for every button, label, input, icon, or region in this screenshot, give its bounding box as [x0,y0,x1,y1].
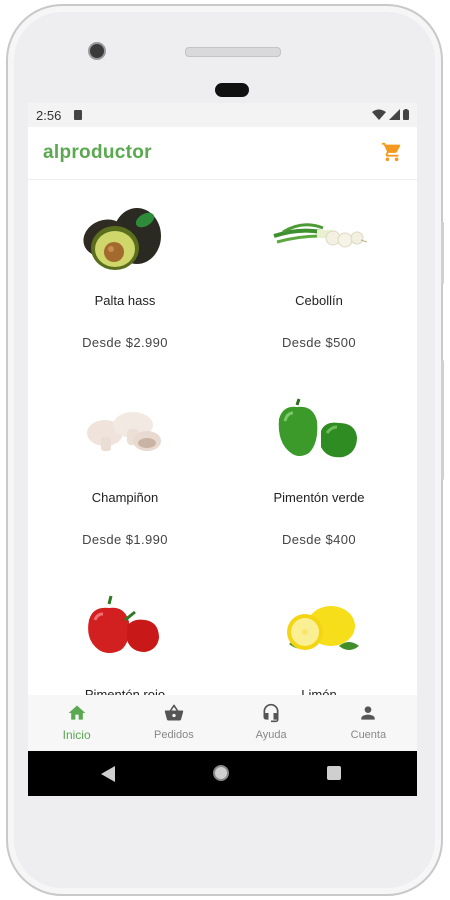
product-name: Palta hass [94,293,156,308]
home-icon [68,705,85,720]
app-title: alproductor [43,142,152,163]
product-price: Desde $1.990 [82,532,168,547]
product-card[interactable]: Champiñon Desde $1.990 [28,377,222,574]
wifi-icon [372,109,386,120]
lemon-image [287,606,359,650]
recent-apps-icon[interactable] [327,766,341,780]
product-name: Pimentón rojo [84,687,166,695]
product-price: Desde $2.990 [82,335,168,350]
product-name: Limón [301,687,337,695]
nav-label: Inicio [62,728,91,742]
mushroom-image [87,412,161,451]
power-button [441,222,444,284]
earpiece-speaker [185,47,281,57]
system-navigation-bar [28,751,417,796]
product-card[interactable]: Limón [222,574,416,695]
green-onion-image [273,223,368,248]
product-grid: Palta hass Desde $2.990 Cebollín Desde $… [28,180,417,695]
product-card[interactable]: Pimentón rojo [28,574,222,695]
person-icon [361,706,376,720]
headset-icon [263,703,279,723]
product-card[interactable]: Palta hass Desde $2.990 [28,180,222,377]
avocado-image [83,208,161,270]
nav-label: Ayuda [255,729,287,741]
back-icon[interactable] [101,766,115,782]
product-name: Champiñon [91,490,159,505]
status-bar: 2:56 [28,103,417,127]
cart-icon[interactable] [381,141,403,163]
basket-icon [164,704,184,721]
app-bar: alproductor [28,127,417,180]
nav-item-pedidos[interactable]: Pedidos [125,695,222,751]
nav-item-cuenta[interactable]: Cuenta [320,695,417,751]
red-pepper-image [88,595,159,653]
home-button-icon[interactable] [213,765,229,781]
nav-label: Pedidos [153,729,194,741]
screen: 2:56 alproductor Palta hass Desde $2.990… [28,103,417,796]
nav-item-inicio[interactable]: Inicio [28,695,125,751]
product-card[interactable]: Pimentón verde Desde $400 [222,377,416,574]
green-pepper-image [278,398,357,458]
signal-icon [389,109,400,120]
status-time: 2:56 [36,108,62,123]
bottom-navigation: Inicio Pedidos Ayuda Cuenta [28,695,417,751]
front-camera [88,42,106,60]
volume-button [441,360,444,480]
sd-card-icon [74,110,82,120]
battery-icon [403,109,409,120]
product-price: Desde $500 [281,335,357,350]
proximity-sensor [215,83,249,97]
product-card[interactable]: Cebollín Desde $500 [222,180,416,377]
nav-item-ayuda[interactable]: Ayuda [223,695,320,751]
product-name: Cebollín [295,293,343,308]
product-price: Desde $400 [281,532,357,547]
nav-label: Cuenta [350,729,387,741]
product-name: Pimentón verde [273,490,365,505]
